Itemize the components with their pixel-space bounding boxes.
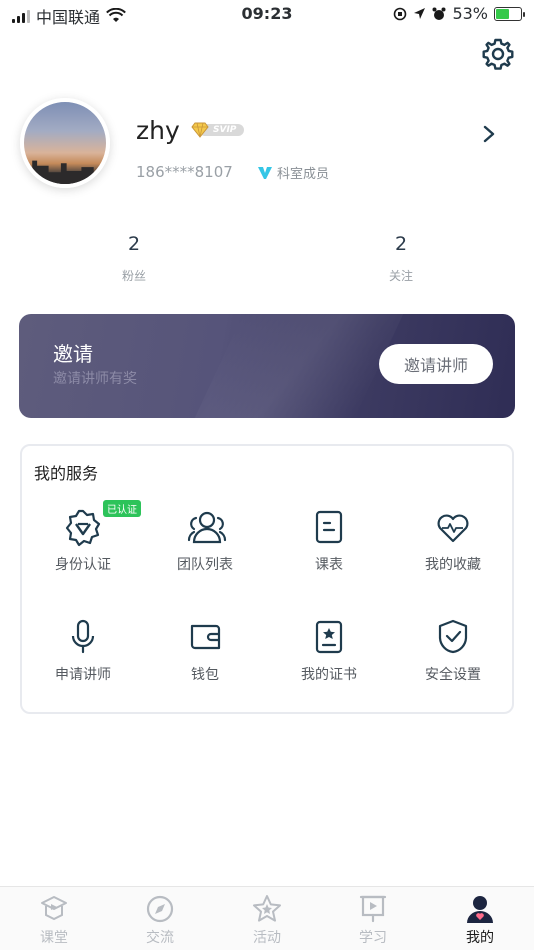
service-label: 申请讲师 <box>55 667 111 683</box>
tab-label: 活动 <box>253 930 281 946</box>
location-icon <box>414 8 426 19</box>
team-icon <box>187 511 227 544</box>
verified-badge: 已认证 <box>103 500 141 517</box>
verified-v-icon <box>258 166 272 179</box>
service-team-list[interactable]: 团队列表 <box>150 508 260 574</box>
classroom-icon <box>41 896 67 921</box>
following-stat[interactable]: 2 关注 <box>361 233 441 284</box>
invite-banner[interactable]: 邀请 邀请讲师有奖 邀请讲师 <box>19 314 515 418</box>
profile-icon <box>467 896 493 923</box>
microphone-icon <box>71 619 95 654</box>
service-label: 团队列表 <box>177 557 233 573</box>
heart-icon <box>437 514 469 543</box>
star-icon <box>253 895 281 922</box>
service-schedule[interactable]: 课表 <box>274 508 384 574</box>
tab-label: 课堂 <box>40 930 68 946</box>
schedule-icon <box>315 510 343 544</box>
service-label: 我的证书 <box>301 667 357 683</box>
services-title: 我的服务 <box>34 464 99 483</box>
tab-label: 学习 <box>359 930 387 946</box>
tab-activities[interactable]: 活动 <box>227 893 307 947</box>
gear-icon[interactable] <box>482 38 514 70</box>
invite-subtitle: 邀请讲师有奖 <box>53 371 137 387</box>
tab-learning[interactable]: 学习 <box>333 893 413 947</box>
following-label: 关注 <box>388 269 413 283</box>
battery-icon <box>494 6 525 21</box>
service-certificates[interactable]: 我的证书 <box>274 618 384 684</box>
avatar[interactable] <box>20 98 110 188</box>
tab-exchange[interactable]: 交流 <box>120 893 200 947</box>
tab-label: 我的 <box>466 930 494 946</box>
fans-label: 粉丝 <box>121 269 146 283</box>
services-card: 我的服务 已认证 身份认证 团队列表 课表 我的收藏 申请讲师 钱包 我的证书 … <box>20 444 514 714</box>
service-apply-lecturer[interactable]: 申请讲师 <box>28 618 138 684</box>
service-label: 钱包 <box>191 667 219 683</box>
vip-badge: SVIP <box>191 122 245 138</box>
wallet-icon <box>190 624 221 650</box>
service-favorites[interactable]: 我的收藏 <box>398 508 508 574</box>
battery-percent: 53% <box>452 4 488 23</box>
compass-icon <box>146 895 174 923</box>
tab-label: 交流 <box>146 930 174 946</box>
bottom-tab-bar: 课堂 交流 活动 学习 我的 <box>0 886 534 950</box>
service-security-settings[interactable]: 安全设置 <box>398 618 508 684</box>
member-role: 科室成员 <box>257 163 329 182</box>
orientation-lock-icon <box>394 7 407 20</box>
username: zhy <box>136 116 180 145</box>
service-label: 安全设置 <box>425 667 481 683</box>
status-bar: 中国联通 09:23 53% <box>0 0 534 30</box>
invite-lecturer-button[interactable]: 邀请讲师 <box>379 344 493 384</box>
member-role-label: 科室成员 <box>277 167 330 182</box>
security-shield-icon <box>438 619 468 654</box>
tab-classroom[interactable]: 课堂 <box>14 893 94 947</box>
fans-count: 2 <box>127 233 141 255</box>
phone-number: 186****8107 <box>136 163 233 181</box>
diamond-icon <box>191 122 209 138</box>
service-identity-verification[interactable]: 已认证 身份认证 <box>28 500 141 574</box>
invite-title: 邀请 <box>53 342 93 366</box>
fans-stat[interactable]: 2 粉丝 <box>94 233 174 284</box>
following-count: 2 <box>394 233 408 255</box>
chevron-right-icon[interactable] <box>482 125 496 143</box>
service-wallet[interactable]: 钱包 <box>150 618 260 684</box>
tab-me[interactable]: 我的 <box>440 893 520 947</box>
service-label: 身份认证 <box>55 557 111 573</box>
certificate-icon <box>315 620 343 654</box>
presentation-icon <box>359 895 387 923</box>
identity-shield-icon <box>65 509 101 547</box>
alarm-icon <box>432 7 446 20</box>
service-label: 我的收藏 <box>425 557 481 573</box>
service-label: 课表 <box>315 557 343 573</box>
